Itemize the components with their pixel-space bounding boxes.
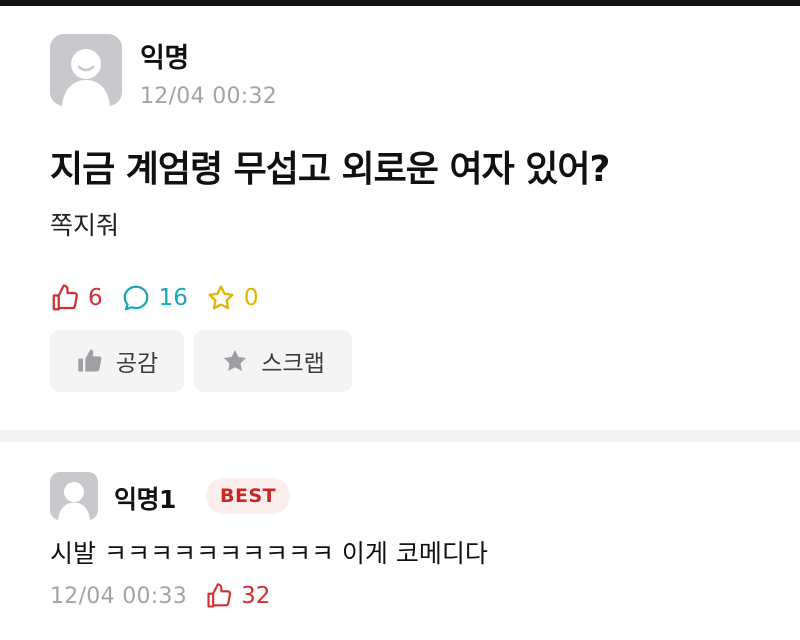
anonymous-avatar-icon <box>50 34 122 106</box>
best-comment: 익명1 BEST 시발 ㅋㅋㅋㅋㅋㅋㅋㅋㅋㅋ 이게 코메디다 12/04 00:… <box>0 442 800 640</box>
like-count-stat: 6 <box>50 283 103 313</box>
comment-author-name: 익명1 <box>114 485 176 514</box>
comment-timestamp: 12/04 00:33 <box>50 583 188 609</box>
post-stats: 6 16 0 <box>50 282 277 314</box>
post-actions: 공감 스크랩 <box>50 330 362 392</box>
comment-like-count: 32 <box>241 583 271 609</box>
comment-count-stat: 16 <box>121 283 188 313</box>
section-divider <box>0 430 800 442</box>
scrap-count-stat: 0 <box>206 283 259 313</box>
speech-bubble-icon <box>123 285 149 311</box>
comment-count: 16 <box>158 285 188 311</box>
thumbs-up-outline-icon <box>207 583 232 608</box>
best-badge: BEST <box>206 478 291 514</box>
thumbs-up-outline-icon <box>52 284 78 311</box>
comment-meta: 12/04 00:33 32 <box>50 582 270 610</box>
anonymous-avatar-icon <box>50 472 98 520</box>
post: 익명 12/04 00:32 지금 계엄령 무섭고 외로운 여자 있어? 쪽지줘… <box>0 6 800 430</box>
like-count: 6 <box>88 285 103 311</box>
comment-like-button[interactable]: 32 <box>205 582 270 610</box>
post-author-avatar <box>50 34 122 106</box>
scrap-button[interactable]: 스크랩 <box>194 330 352 392</box>
post-body: 쪽지줘 <box>50 211 120 240</box>
star-outline-icon <box>208 285 234 310</box>
star-filled-icon <box>224 349 247 371</box>
thumbs-up-filled-icon <box>78 349 102 372</box>
scrap-button-label: 스크랩 <box>261 351 325 377</box>
post-title: 지금 계엄령 무섭고 외로운 여자 있어? <box>50 149 610 190</box>
empathy-button[interactable]: 공감 <box>50 330 184 392</box>
comment-text: 시발 ㅋㅋㅋㅋㅋㅋㅋㅋㅋㅋ 이게 코메디다 <box>50 539 488 568</box>
post-author-name: 익명 <box>140 43 189 74</box>
empathy-button-label: 공감 <box>115 351 159 377</box>
comment-author-avatar <box>50 472 98 520</box>
scrap-count: 0 <box>243 285 259 311</box>
post-timestamp: 12/04 00:32 <box>140 84 278 109</box>
